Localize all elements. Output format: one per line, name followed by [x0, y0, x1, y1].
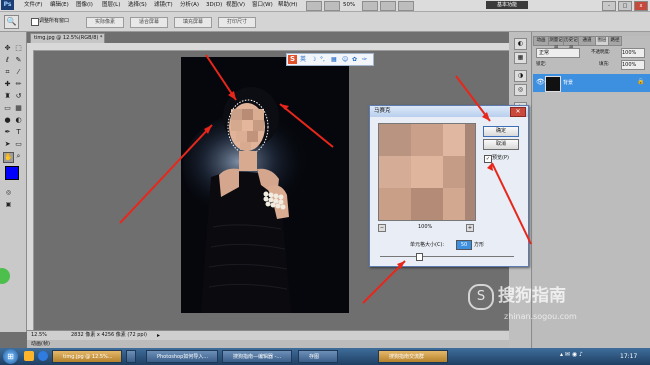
arrow-group: [119, 54, 532, 304]
arrow-to-slider: [362, 260, 406, 304]
watermark-url: zhinan.sogou.com: [504, 312, 577, 321]
start-button-icon[interactable]: ⊞: [3, 349, 18, 364]
tray-icons[interactable]: ▴ ✉ ◉ ♪: [560, 351, 583, 358]
sogou-watermark: S 搜狗指南 zhinan.sogou.com: [466, 284, 646, 334]
taskbar-item-photoshop[interactable]: timg.jpg @ 12.5%...: [52, 350, 122, 363]
sogou-logo-icon: S: [468, 284, 494, 310]
ie-icon[interactable]: [38, 351, 48, 361]
clock[interactable]: 17:17: [620, 350, 637, 363]
taskbar-item-browser[interactable]: Photoshop如何导入...: [146, 350, 218, 363]
arrow-to-face-2: [279, 103, 334, 148]
explorer-icon[interactable]: [24, 351, 34, 361]
arrow-to-preview: [491, 162, 532, 245]
taskbar-item-editor[interactable]: 搜狗指南—编辑器 -...: [222, 350, 292, 363]
windows-taskbar: ⊞ timg.jpg @ 12.5%... Photoshop如何导入... 搜…: [0, 348, 650, 365]
taskbar-media-icon[interactable]: [126, 350, 136, 363]
taskbar-item-chat[interactable]: 搜狗指南交流群: [378, 350, 448, 363]
taskbar-item-folder[interactable]: 存图: [298, 350, 338, 363]
watermark-text: 搜狗指南: [498, 286, 566, 306]
arrow-to-face-3: [119, 124, 213, 224]
